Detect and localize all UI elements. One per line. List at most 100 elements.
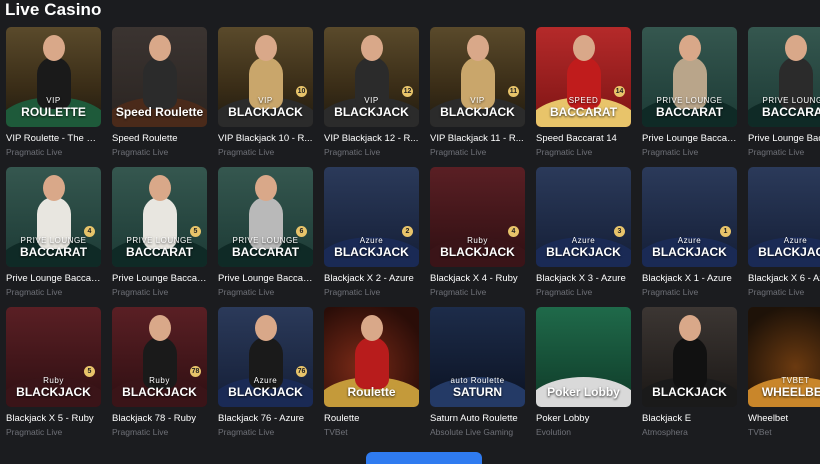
game-logo-subtitle: Ruby bbox=[43, 376, 64, 385]
game-card[interactable]: VIP BLACKJACK 11 VIP Blackjack 11 - R... Pra… bbox=[430, 27, 525, 167]
game-thumbnail[interactable]: PRIVE LOUNGEBACCARAT bbox=[642, 27, 737, 127]
game-thumbnail[interactable]: AzureBLACKJACK6 bbox=[748, 167, 820, 267]
game-card[interactable]: Ruby BLACKJACK 4 Blackjack X 4 - Ruby Pragma… bbox=[430, 167, 525, 307]
game-thumbnail[interactable]: auto Roulette SATURN bbox=[430, 307, 525, 407]
game-thumbnail[interactable]: SPEED BACCARAT 14 bbox=[536, 27, 631, 127]
game-provider: Pragmatic Live bbox=[218, 427, 275, 437]
game-card[interactable]: Azure BLACKJACK 1 Blackjack X 1 - Azure Prag… bbox=[642, 167, 737, 307]
game-card[interactable]: VIP BLACKJACK 10 VIP Blackjack 10 - R... Pra… bbox=[218, 27, 313, 167]
game-name[interactable]: Prive Lounge Bac... bbox=[748, 133, 820, 144]
dealer-head-graphic bbox=[148, 35, 171, 61]
game-thumbnail[interactable]: Ruby BLACKJACK 78 bbox=[112, 307, 207, 407]
game-logo-title: Roulette bbox=[347, 385, 396, 399]
game-name[interactable]: VIP Blackjack 10 - R... bbox=[218, 133, 313, 144]
game-name[interactable]: Blackjack E bbox=[642, 413, 737, 424]
game-thumbnail[interactable]: Ruby BLACKJACK 4 bbox=[430, 167, 525, 267]
game-logo: Poker Lobby bbox=[536, 385, 631, 399]
game-provider: Pragmatic Live bbox=[536, 287, 593, 297]
game-card[interactable]: PRIVE LOUNGE BACCARAT 4 Prive Lounge Baccar… bbox=[6, 167, 101, 307]
game-name[interactable]: Speed Roulette bbox=[112, 133, 207, 144]
game-card[interactable]: Azure BLACKJACK 76 Blackjack 76 - Azure Prag… bbox=[218, 307, 313, 447]
game-name[interactable]: VIP Blackjack 11 - R... bbox=[430, 133, 525, 144]
game-logo-subtitle: Ruby bbox=[149, 376, 170, 385]
game-name[interactable]: Prive Lounge Baccar... bbox=[112, 273, 207, 284]
game-card[interactable]: Azure BLACKJACK 2 Blackjack X 2 - Azure Prag… bbox=[324, 167, 419, 307]
game-logo-subtitle: PRIVE LOUNGE bbox=[126, 236, 193, 245]
game-name[interactable]: Roulette bbox=[324, 413, 419, 424]
game-thumbnail[interactable]: PRIVE LOUNGEBACCARAT bbox=[748, 27, 820, 127]
game-name[interactable]: Blackjack 78 - Ruby bbox=[112, 413, 207, 424]
game-card[interactable]: Ruby BLACKJACK 78 Blackjack 78 - Ruby Pragma… bbox=[112, 307, 207, 447]
game-thumbnail[interactable]: Azure BLACKJACK 76 bbox=[218, 307, 313, 407]
game-logo-title: BLACKJACK bbox=[652, 385, 727, 399]
dealer-head-graphic bbox=[678, 315, 701, 341]
game-card[interactable]: TVBETWHEELBET Wheelbet TVBet bbox=[748, 307, 820, 447]
game-name[interactable]: Blackjack X 5 - Ruby bbox=[6, 413, 101, 424]
game-thumbnail[interactable]: Ruby BLACKJACK 5 bbox=[6, 307, 101, 407]
game-thumbnail[interactable]: PRIVE LOUNGE BACCARAT 6 bbox=[218, 167, 313, 267]
game-logo: AzureBLACKJACK bbox=[748, 236, 820, 259]
game-name[interactable]: Blackjack X 3 - Azure bbox=[536, 273, 631, 284]
game-logo: AzureBLACKJACK bbox=[642, 236, 737, 259]
game-name[interactable]: VIP Roulette - The C... bbox=[6, 133, 101, 144]
game-name[interactable]: Blackjack X 1 - Azure bbox=[642, 273, 737, 284]
game-card[interactable]: Roulette Roulette TVBet bbox=[324, 307, 419, 447]
game-name[interactable]: Saturn Auto Roulette bbox=[430, 413, 525, 424]
game-card[interactable]: Speed Roulette Speed Roulette Pragmatic Li… bbox=[112, 27, 207, 167]
game-card[interactable]: PRIVE LOUNGE BACCARAT 6 Prive Lounge Baccar… bbox=[218, 167, 313, 307]
game-thumbnail[interactable]: BLACKJACK bbox=[642, 307, 737, 407]
game-logo: Ruby BLACKJACK bbox=[6, 376, 101, 399]
game-name[interactable]: Blackjack 76 - Azure bbox=[218, 413, 313, 424]
game-thumbnail[interactable]: VIP BLACKJACK 12 bbox=[324, 27, 419, 127]
game-thumbnail[interactable]: Speed Roulette bbox=[112, 27, 207, 127]
game-thumbnail[interactable]: VIP BLACKJACK 10 bbox=[218, 27, 313, 127]
game-thumbnail[interactable]: PRIVE LOUNGE BACCARAT 4 bbox=[6, 167, 101, 267]
game-card[interactable]: PRIVE LOUNGE BACCARAT Prive Lounge Baccar.… bbox=[642, 27, 737, 167]
game-card[interactable]: auto Roulette SATURN Saturn Auto Roulette A… bbox=[430, 307, 525, 447]
dealer-body-graphic bbox=[142, 57, 177, 109]
game-name[interactable]: Prive Lounge Baccar... bbox=[6, 273, 101, 284]
game-provider: Pragmatic Live bbox=[642, 287, 699, 297]
game-thumbnail[interactable]: TVBETWHEELBET bbox=[748, 307, 820, 407]
game-thumbnail[interactable]: VIP BLACKJACK 11 bbox=[430, 27, 525, 127]
game-card[interactable]: PRIVE LOUNGE BACCARAT 5 Prive Lounge Baccar… bbox=[112, 167, 207, 307]
game-card[interactable]: Poker Lobby Poker Lobby Evolution bbox=[536, 307, 631, 447]
table-number-badge: 14 bbox=[614, 86, 625, 97]
game-card[interactable]: VIP BLACKJACK 12 VIP Blackjack 12 - R... Pra… bbox=[324, 27, 419, 167]
game-provider: Pragmatic Live bbox=[112, 427, 169, 437]
table-number-badge: 3 bbox=[614, 226, 625, 237]
game-name[interactable]: Blackjack X 4 - Ruby bbox=[430, 273, 525, 284]
game-provider: Pragmatic Live bbox=[6, 287, 63, 297]
game-name[interactable]: Prive Lounge Baccar... bbox=[218, 273, 313, 284]
game-card[interactable]: AzureBLACKJACK6 Blackjack X 6 - Azure Prag… bbox=[748, 167, 820, 307]
game-card[interactable]: Azure BLACKJACK 3 Blackjack X 3 - Azure Prag… bbox=[536, 167, 631, 307]
game-name[interactable]: Poker Lobby bbox=[536, 413, 631, 424]
game-provider: Pragmatic Live bbox=[324, 147, 381, 157]
game-thumbnail[interactable]: Roulette bbox=[324, 307, 419, 407]
table-number-badge: 12 bbox=[402, 86, 413, 97]
game-provider: Evolution bbox=[536, 427, 571, 437]
game-thumbnail[interactable]: Poker Lobby bbox=[536, 307, 631, 407]
game-thumbnail[interactable]: VIP ROULETTE bbox=[6, 27, 101, 127]
game-name[interactable]: Speed Baccarat 14 bbox=[536, 133, 631, 144]
game-card[interactable]: PRIVE LOUNGEBACCARAT Prive Lounge Bac... P… bbox=[748, 27, 820, 167]
game-thumbnail[interactable]: PRIVE LOUNGE BACCARAT 5 bbox=[112, 167, 207, 267]
game-card[interactable]: SPEED BACCARAT 14 Speed Baccarat 14 Pragmati… bbox=[536, 27, 631, 167]
game-thumbnail[interactable]: Azure BLACKJACK 2 bbox=[324, 167, 419, 267]
table-number-badge: 4 bbox=[508, 226, 519, 237]
game-name[interactable]: Prive Lounge Baccar... bbox=[642, 133, 737, 144]
load-more-button[interactable] bbox=[366, 452, 482, 464]
game-card[interactable]: BLACKJACK Blackjack E Atmosphera bbox=[642, 307, 737, 447]
game-card[interactable]: VIP ROULETTE VIP Roulette - The C... Pragma… bbox=[6, 27, 101, 167]
game-provider: Pragmatic Live bbox=[430, 287, 487, 297]
game-provider: Pragmatic Live bbox=[536, 147, 593, 157]
game-card[interactable]: Ruby BLACKJACK 5 Blackjack X 5 - Ruby Pragma… bbox=[6, 307, 101, 447]
game-logo: PRIVE LOUNGEBACCARAT bbox=[112, 236, 207, 259]
game-name[interactable]: VIP Blackjack 12 - R... bbox=[324, 133, 419, 144]
game-thumbnail[interactable]: Azure BLACKJACK 1 bbox=[642, 167, 737, 267]
game-logo-title: BLACKJACK bbox=[228, 385, 303, 399]
game-name[interactable]: Wheelbet bbox=[748, 413, 820, 424]
game-name[interactable]: Blackjack X 2 - Azure bbox=[324, 273, 419, 284]
game-thumbnail[interactable]: Azure BLACKJACK 3 bbox=[536, 167, 631, 267]
game-name[interactable]: Blackjack X 6 - Azure bbox=[748, 273, 820, 284]
